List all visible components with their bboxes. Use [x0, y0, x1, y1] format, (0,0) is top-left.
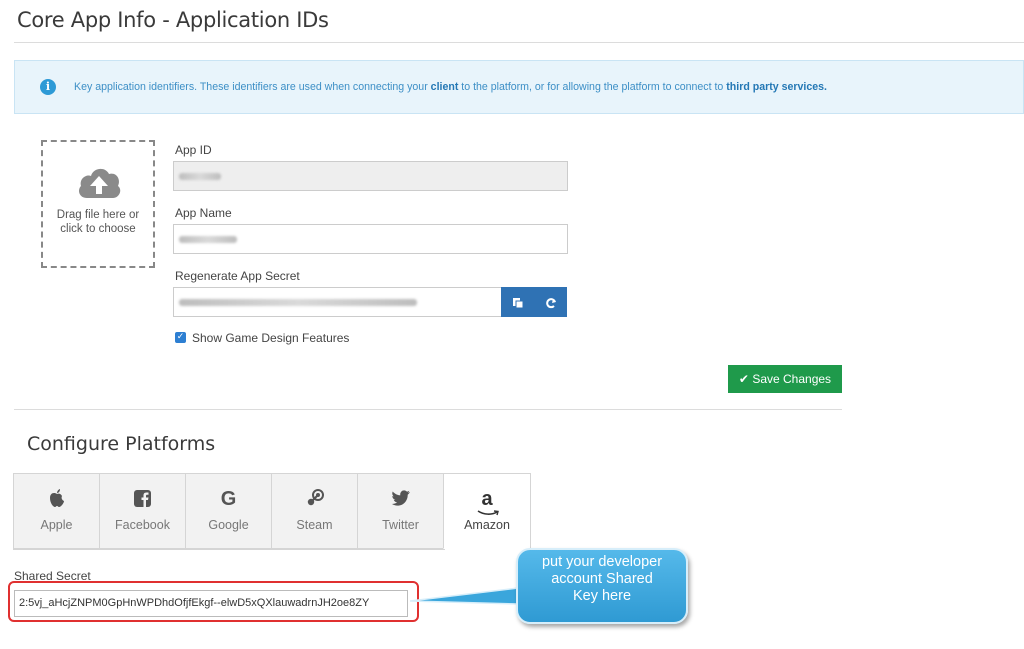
app-id-redacted [179, 172, 221, 180]
facebook-icon [100, 488, 185, 514]
show-game-design-label: Show Game Design Features [192, 331, 350, 345]
app-secret-redacted [179, 298, 417, 306]
tab-apple-label: Apple [40, 518, 73, 532]
tab-twitter[interactable]: Twitter [357, 473, 443, 549]
callout-line-3: Key here [572, 588, 632, 604]
app-secret-field[interactable] [173, 287, 502, 317]
tab-steam[interactable]: Steam [271, 473, 357, 549]
tab-google[interactable]: G Google [185, 473, 271, 549]
regenerate-secret-button[interactable] [534, 287, 567, 317]
info-text-middle: to the platform, or for allowing the pla… [458, 81, 727, 93]
save-changes-button[interactable]: ✔ Save Changes [728, 365, 842, 393]
tab-steam-label: Steam [296, 518, 333, 532]
dropzone-line-1: Drag file here or [56, 209, 140, 221]
title-divider [14, 42, 1024, 43]
apple-icon [14, 488, 99, 514]
app-id-label: App ID [175, 143, 212, 157]
dropzone-line-2: click to choose [60, 223, 136, 235]
show-game-design-checkbox[interactable]: ✓ [175, 332, 186, 343]
app-name-label: App Name [175, 206, 232, 220]
app-name-field[interactable] [173, 224, 568, 254]
app-id-field [173, 161, 568, 191]
regenerate-secret-label: Regenerate App Secret [175, 269, 300, 283]
copy-secret-button[interactable] [501, 287, 534, 317]
dropzone-text: Drag file here or click to choose [43, 208, 153, 236]
file-dropzone[interactable]: Drag file here or click to choose [41, 140, 155, 268]
tab-amazon-label: Amazon [464, 518, 510, 532]
section-divider [14, 409, 842, 410]
check-icon: ✔ [738, 372, 749, 386]
page-title: Core App Info - Application IDs [17, 8, 329, 32]
tab-amazon[interactable]: a Amazon [443, 473, 531, 549]
info-bold-client: client [430, 81, 459, 93]
shared-secret-input[interactable]: 2:5vj_aHcjZNPM0GpHnWPDhdOfjfEkgf--elwD5x… [14, 590, 408, 617]
refresh-icon [545, 297, 556, 308]
callout-line-2: account Shared [551, 571, 653, 587]
save-changes-label: Save Changes [752, 372, 832, 386]
twitter-icon [358, 488, 443, 514]
info-bold-third-party: third party services. [726, 81, 827, 93]
tab-facebook-label: Facebook [115, 518, 170, 532]
callout-tail [410, 587, 519, 605]
copy-icon [512, 297, 523, 308]
tabs-baseline [13, 549, 445, 550]
info-box: i Key application identifiers. These ide… [14, 60, 1024, 114]
app-name-redacted [179, 235, 237, 243]
configure-platforms-title: Configure Platforms [27, 433, 216, 455]
tab-google-label: Google [208, 518, 249, 532]
amazon-icon: a [444, 488, 530, 516]
tab-facebook[interactable]: Facebook [99, 473, 185, 549]
info-text-before: Key application identifiers. These ident… [74, 81, 431, 93]
platform-tabs: Apple Facebook G Google Steam Twitter a … [13, 473, 531, 550]
instruction-callout: put your developer account Shared Key he… [516, 548, 688, 624]
tab-apple[interactable]: Apple [13, 473, 99, 549]
callout-line-1: put your developer [541, 554, 663, 570]
tab-twitter-label: Twitter [382, 518, 419, 532]
cloud-upload-icon [79, 168, 121, 198]
info-icon: i [40, 79, 56, 95]
google-icon: G [220, 488, 237, 510]
steam-icon [272, 488, 357, 514]
info-text: Key application identifiers. These ident… [74, 81, 827, 93]
